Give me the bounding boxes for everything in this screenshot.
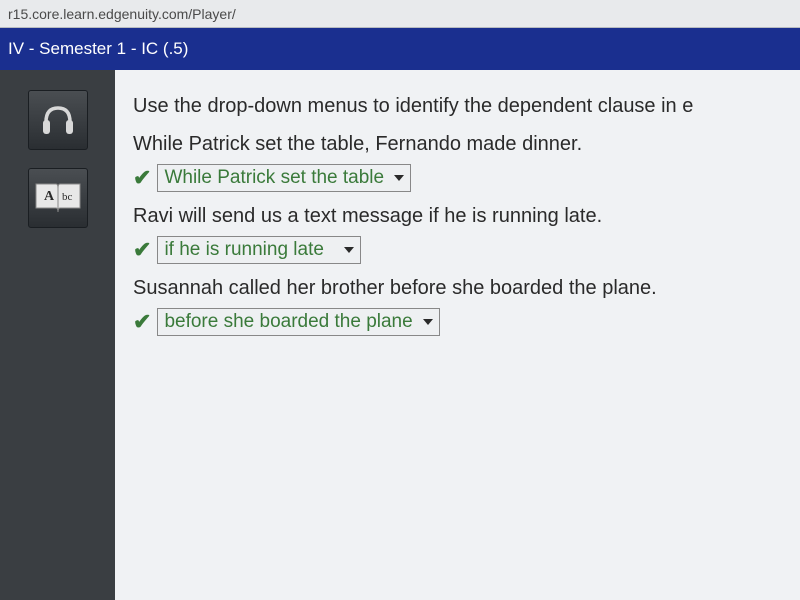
question-block: Ravi will send us a text message if he i…	[133, 202, 782, 264]
dropdown-value: before she boarded the plane	[164, 311, 412, 333]
main-area: A bc Use the drop-down menus to identify…	[0, 70, 800, 600]
dropdown-value: if he is running late	[164, 239, 324, 261]
dropdown-row: ✔ While Patrick set the table	[133, 164, 782, 192]
url-text: r15.core.learn.edgenuity.com/Player/	[8, 6, 236, 22]
answer-dropdown[interactable]: before she boarded the plane	[157, 308, 439, 336]
svg-text:bc: bc	[62, 191, 73, 203]
address-bar[interactable]: r15.core.learn.edgenuity.com/Player/	[0, 0, 800, 28]
course-header: IV - Semester 1 - IC (.5)	[0, 28, 800, 70]
dropdown-row: ✔ if he is running late	[133, 236, 782, 264]
headphones-icon	[38, 100, 78, 140]
glossary-icon: A bc	[34, 180, 82, 216]
glossary-button[interactable]: A bc	[28, 168, 88, 228]
dropdown-row: ✔ before she boarded the plane	[133, 308, 782, 336]
sidebar: A bc	[0, 70, 115, 600]
audio-button[interactable]	[28, 90, 88, 150]
content-panel: Use the drop-down menus to identify the …	[115, 70, 800, 600]
svg-text:A: A	[44, 189, 55, 204]
sentence-text: While Patrick set the table, Fernando ma…	[133, 130, 782, 158]
sentence-text: Ravi will send us a text message if he i…	[133, 202, 782, 230]
answer-dropdown[interactable]: if he is running late	[157, 236, 361, 264]
check-icon: ✔	[133, 309, 151, 335]
question-block: While Patrick set the table, Fernando ma…	[133, 130, 782, 192]
check-icon: ✔	[133, 237, 151, 263]
answer-dropdown[interactable]: While Patrick set the table	[157, 164, 411, 192]
instruction-text: Use the drop-down menus to identify the …	[133, 92, 782, 120]
check-icon: ✔	[133, 165, 151, 191]
dropdown-value: While Patrick set the table	[164, 167, 384, 189]
sentence-text: Susannah called her brother before she b…	[133, 274, 782, 302]
course-title: IV - Semester 1 - IC (.5)	[8, 39, 188, 59]
question-block: Susannah called her brother before she b…	[133, 274, 782, 336]
